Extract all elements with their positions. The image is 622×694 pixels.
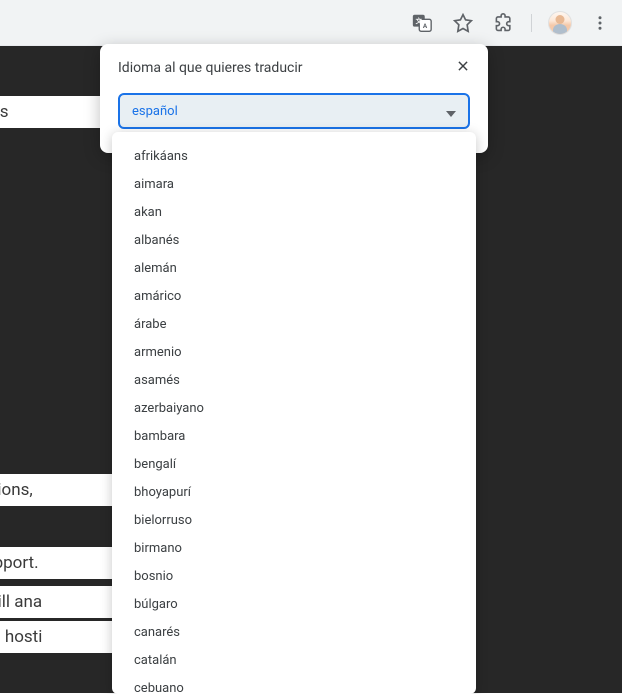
language-option[interactable]: catalán — [112, 646, 476, 674]
translate-icon[interactable]: 文 A — [409, 10, 435, 36]
profile-avatar[interactable] — [548, 11, 572, 35]
language-option[interactable]: bosnio — [112, 562, 476, 590]
target-language-select[interactable]: español — [118, 93, 470, 129]
popup-header: Idioma al que quieres traducir — [100, 44, 488, 83]
close-icon[interactable] — [456, 58, 470, 77]
bookmark-star-icon[interactable] — [451, 11, 475, 35]
language-option[interactable]: armenio — [112, 338, 476, 366]
bg-text-fragment: pe of options, — [0, 474, 121, 506]
language-option[interactable]: alemán — [112, 254, 476, 282]
bg-text-fragment: sh. We will ana — [0, 586, 130, 618]
language-option[interactable]: árabe — [112, 310, 476, 338]
language-option[interactable]: cebuano — [112, 674, 476, 694]
browser-toolbar: 文 A — [0, 0, 622, 46]
language-option[interactable]: búlgaro — [112, 590, 476, 618]
svg-text:A: A — [423, 22, 428, 30]
language-option[interactable]: aimara — [112, 170, 476, 198]
language-option[interactable]: akan — [112, 198, 476, 226]
kebab-menu-icon[interactable] — [588, 11, 612, 35]
language-option[interactable]: birmano — [112, 534, 476, 562]
language-dropdown-list[interactable]: afrikáans aimara akan albanés alemán amá… — [112, 132, 476, 694]
language-option[interactable]: bengalí — [112, 450, 476, 478]
chevron-down-icon — [446, 102, 456, 121]
selected-language-label: español — [132, 104, 178, 119]
bg-text-fragment: s and support. — [0, 547, 126, 579]
language-option[interactable]: amárico — [112, 282, 476, 310]
language-option[interactable]: asamés — [112, 366, 476, 394]
language-option[interactable]: bambara — [112, 422, 476, 450]
svg-text:文: 文 — [416, 16, 423, 25]
popup-title: Idioma al que quieres traducir — [118, 60, 303, 76]
language-option[interactable]: albanés — [112, 226, 476, 254]
language-option[interactable]: afrikáans — [112, 142, 476, 170]
language-option[interactable]: azerbaiyano — [112, 394, 476, 422]
extensions-icon[interactable] — [491, 11, 515, 35]
toolbar-separator — [531, 14, 532, 32]
language-option[interactable]: bielorruso — [112, 506, 476, 534]
language-option[interactable]: canarés — [112, 618, 476, 646]
language-option[interactable]: bhoyapurí — [112, 478, 476, 506]
